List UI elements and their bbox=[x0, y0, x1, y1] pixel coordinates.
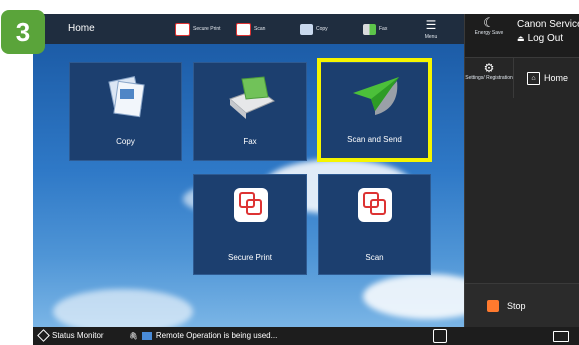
settings-label: Settings/ Registration bbox=[465, 75, 513, 81]
shortcut-label: Secure Print bbox=[193, 26, 221, 32]
account-name: Canon Service Acco bbox=[517, 19, 579, 30]
home-area: Copy Fax Scan and Send Secure Print Scan bbox=[33, 44, 464, 327]
shortcut-copy[interactable]: Copy bbox=[300, 21, 328, 37]
shortcut-secure-print[interactable]: Secure Print bbox=[175, 21, 221, 37]
secure-print-label: Secure Print bbox=[227, 253, 273, 262]
scan-label: Scan bbox=[365, 253, 384, 262]
settings-registration-button[interactable]: ⚙ Settings/ Registration bbox=[465, 61, 513, 82]
shortcut-label: Scan bbox=[254, 26, 266, 32]
stop-label: Stop bbox=[507, 300, 526, 311]
energy-save-label: Energy Save bbox=[474, 30, 504, 36]
gear-icon: ⚙ bbox=[483, 61, 495, 75]
secure-print-tile[interactable]: Secure Print bbox=[193, 174, 307, 275]
stop-button[interactable]: Stop bbox=[465, 283, 579, 327]
step-badge: 3 bbox=[1, 10, 45, 54]
page-title: Home bbox=[68, 23, 95, 34]
status-monitor-icon bbox=[37, 329, 50, 342]
remote-operation-status: 🖇 Remote Operation is being used... bbox=[129, 331, 277, 340]
secure-print-icon bbox=[234, 188, 268, 222]
fax-icon bbox=[363, 23, 376, 35]
copy-tile[interactable]: Copy bbox=[69, 62, 182, 161]
network-icon[interactable] bbox=[433, 329, 447, 343]
home-icon: ⌂ bbox=[526, 71, 540, 85]
shortcut-scan[interactable]: Scan bbox=[236, 21, 265, 37]
status-monitor-label: Status Monitor bbox=[52, 331, 104, 340]
stop-icon bbox=[487, 299, 499, 312]
shortcut-fax[interactable]: Fax bbox=[363, 21, 387, 37]
shortcut-label: Copy bbox=[316, 26, 328, 32]
scan-icon bbox=[358, 188, 392, 222]
moon-icon: ☾ bbox=[483, 15, 495, 30]
device-screen: Home Secure Print Scan Copy Fax ☰ Menu C… bbox=[33, 14, 579, 345]
menu-icon: ☰ bbox=[425, 18, 437, 32]
remote-operation-label: Remote Operation is being used... bbox=[155, 331, 278, 340]
logout-label: Log Out bbox=[527, 33, 564, 44]
fax-tile[interactable]: Fax bbox=[193, 62, 307, 161]
menu-button[interactable]: ☰ Menu bbox=[418, 16, 444, 42]
remote-icon bbox=[141, 331, 152, 340]
settings-row: ⚙ Settings/ Registration ⌂ Home bbox=[465, 57, 579, 98]
keyboard-icon[interactable] bbox=[553, 331, 569, 342]
fax-label: Fax bbox=[243, 137, 257, 146]
secure-print-icon bbox=[175, 22, 190, 36]
paperclip-icon: 🖇 bbox=[129, 332, 138, 340]
energy-save-button[interactable]: ☾ Energy Save bbox=[465, 15, 513, 37]
selection-highlight bbox=[317, 58, 432, 162]
account-bar: ☾ Energy Save Canon Service Acco ⏏ Log O… bbox=[465, 14, 579, 57]
copy-icon bbox=[108, 76, 145, 118]
scan-icon bbox=[236, 22, 251, 36]
status-bar: Status Monitor 🖇 Remote Operation is bei… bbox=[33, 327, 579, 345]
shortcut-label: Fax bbox=[379, 26, 388, 32]
home-label: Home bbox=[543, 73, 568, 83]
fax-icon bbox=[229, 76, 275, 119]
menu-label: Menu bbox=[424, 34, 438, 40]
scan-tile[interactable]: Scan bbox=[318, 174, 431, 275]
home-button[interactable]: ⌂ Home bbox=[513, 58, 579, 98]
logout-icon: ⏏ bbox=[517, 34, 525, 43]
right-panel: ☾ Energy Save Canon Service Acco ⏏ Log O… bbox=[464, 14, 579, 345]
logout-button[interactable]: ⏏ Log Out bbox=[517, 33, 563, 44]
copy-label: Copy bbox=[116, 137, 135, 146]
status-monitor-button[interactable]: Status Monitor bbox=[37, 329, 104, 342]
copy-icon bbox=[300, 23, 313, 35]
